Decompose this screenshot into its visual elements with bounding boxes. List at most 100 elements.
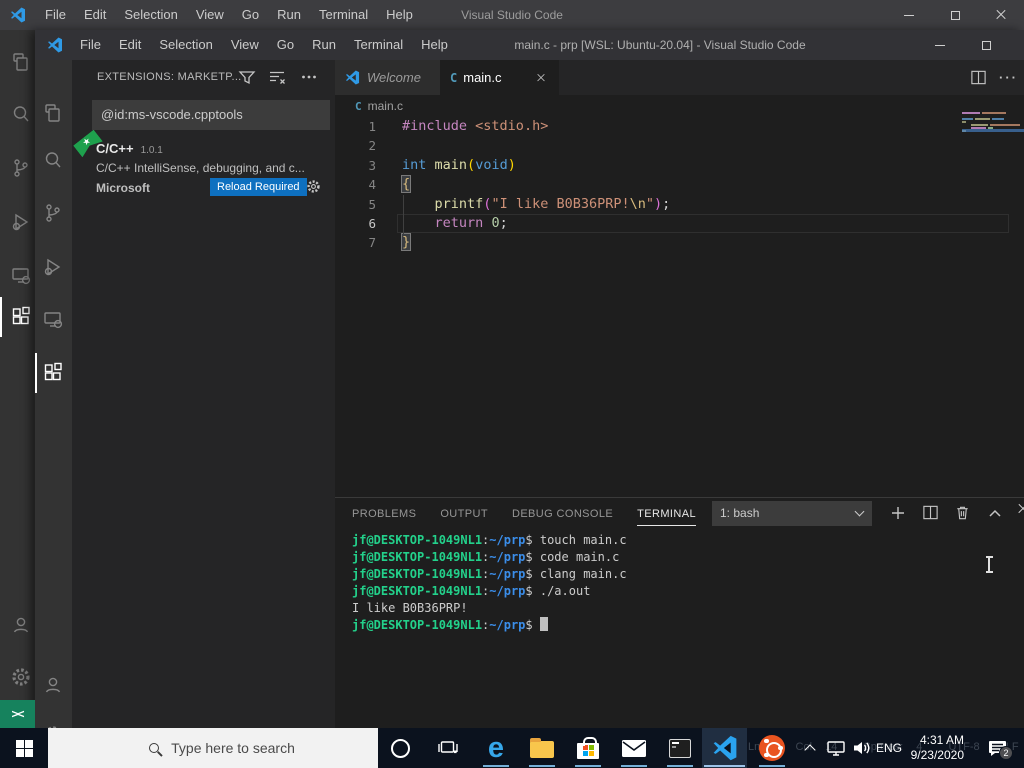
panel-tab-terminal[interactable]: TERMINAL — [637, 501, 696, 526]
panel-tab-debug-console[interactable]: DEBUG CONSOLE — [512, 501, 613, 525]
running-indicator — [704, 765, 745, 767]
menu-edit[interactable]: Edit — [110, 30, 150, 60]
outer-close-button[interactable] — [978, 0, 1024, 30]
outer-minimize-button[interactable] — [886, 0, 932, 30]
outer-maximize-button[interactable] — [932, 0, 978, 30]
split-editor-icon[interactable] — [970, 69, 987, 86]
menu-help[interactable]: Help — [412, 30, 457, 60]
tab-welcome[interactable]: Welcome — [335, 60, 440, 95]
action-center-button[interactable]: 2 — [978, 728, 1018, 768]
remote-wsl-status-badge[interactable]: >< — [0, 700, 35, 728]
panel-tabbar: PROBLEMS OUTPUT DEBUG CONSOLE TERMINAL — [352, 498, 696, 528]
split-terminal-button[interactable] — [922, 504, 940, 522]
kill-terminal-trash-icon[interactable] — [954, 504, 972, 522]
minimize-icon — [904, 15, 914, 16]
extension-gear-icon[interactable] — [305, 178, 322, 195]
menu-view[interactable]: View — [222, 30, 268, 60]
menu-run[interactable]: Run — [303, 30, 345, 60]
terminal-line: jf@DESKTOP-1049NL1:~/prp$ touch main.c — [352, 532, 627, 549]
store-button[interactable] — [566, 728, 610, 768]
minimap-cursor-line — [962, 129, 1024, 132]
account-icon[interactable] — [41, 673, 65, 697]
menu-terminal[interactable]: Terminal — [310, 0, 377, 30]
ubuntu-button[interactable] — [752, 728, 792, 768]
notification-badge: 2 — [999, 746, 1013, 760]
panel-tab-output[interactable]: OUTPUT — [440, 501, 488, 525]
vscode-taskbar-button[interactable] — [702, 728, 747, 768]
outer-menubar: FileEditSelectionViewGoRunTerminalHelp — [36, 0, 422, 30]
search-icon[interactable] — [9, 102, 33, 126]
menu-terminal[interactable]: Terminal — [345, 30, 412, 60]
more-actions-icon[interactable]: ··· — [999, 70, 1018, 85]
maximize-panel-chevron-icon[interactable] — [986, 504, 1004, 522]
line-number: 3 — [335, 156, 376, 175]
run-debug-icon[interactable] — [9, 210, 33, 234]
inner-vscode-window: FileEditSelectionViewGoRunTerminalHelp m… — [35, 30, 1024, 728]
terminal-line: jf@DESKTOP-1049NL1:~/prp$ clang main.c — [352, 566, 627, 583]
menu-go[interactable]: Go — [268, 30, 303, 60]
extensions-search-input[interactable]: @id:ms-vscode.cpptools — [92, 100, 330, 130]
breadcrumb[interactable]: C main.c — [335, 95, 1024, 117]
settings-gear-icon[interactable] — [9, 665, 33, 689]
menu-run[interactable]: Run — [268, 0, 310, 30]
menu-selection[interactable]: Selection — [150, 30, 221, 60]
remote-explorer-icon[interactable] — [41, 308, 65, 332]
search-icon[interactable] — [41, 148, 65, 172]
code-line-1: 1#include <stdio.h> — [335, 117, 1024, 136]
task-view-icon — [437, 739, 459, 757]
menu-edit[interactable]: Edit — [75, 0, 115, 30]
inner-maximize-button[interactable] — [963, 30, 1009, 60]
language-indicator[interactable]: ENG — [872, 728, 906, 768]
reload-required-button[interactable]: Reload Required — [210, 178, 307, 196]
edge-button[interactable]: e — [474, 728, 518, 768]
start-button[interactable] — [0, 728, 48, 768]
tab-main-c[interactable]: C main.c — [440, 60, 559, 95]
tray-expand-button[interactable] — [797, 728, 823, 768]
terminal-line: I like B0B36PRP! — [352, 600, 627, 617]
inner-active-indicator — [35, 353, 37, 393]
account-icon[interactable] — [9, 613, 33, 637]
network-button[interactable] — [822, 728, 850, 768]
file-explorer-icon — [530, 741, 554, 758]
tab-close-button[interactable] — [533, 70, 549, 86]
terminal-cursor — [540, 617, 548, 631]
code-editor[interactable]: 1#include <stdio.h>23int main(void)4{5 p… — [335, 117, 1024, 253]
extensions-icon[interactable] — [9, 305, 33, 329]
running-indicator — [621, 765, 647, 767]
menu-file[interactable]: File — [71, 30, 110, 60]
menu-go[interactable]: Go — [233, 0, 268, 30]
menu-selection[interactable]: Selection — [115, 0, 186, 30]
terminal-app-button[interactable] — [658, 728, 702, 768]
clock[interactable]: 4:31 AM 9/23/2020 — [911, 728, 964, 768]
explorer-icon[interactable] — [41, 101, 65, 125]
close-panel-icon[interactable] — [1018, 504, 1024, 522]
inner-minimize-button[interactable] — [917, 30, 963, 60]
more-actions-icon[interactable] — [300, 68, 318, 86]
source-control-icon[interactable] — [41, 201, 65, 225]
cortana-button[interactable] — [378, 728, 422, 768]
code-line-3: 3int main(void) — [335, 156, 1024, 175]
outer-window-controls — [886, 0, 1024, 30]
clear-filter-icon[interactable] — [268, 68, 286, 86]
extensions-icon[interactable] — [41, 361, 65, 385]
outer-window-titlebar: FileEditSelectionViewGoRunTerminalHelp V… — [0, 0, 1024, 30]
task-view-button[interactable] — [426, 728, 470, 768]
terminal-shell-select[interactable]: 1: bash — [712, 501, 872, 526]
menu-file[interactable]: File — [36, 0, 75, 30]
filter-icon[interactable] — [238, 68, 256, 86]
explorer-icon[interactable] — [9, 50, 33, 74]
menu-help[interactable]: Help — [377, 0, 422, 30]
extension-version: 1.0.1 — [141, 145, 163, 156]
panel-tab-problems[interactable]: PROBLEMS — [352, 501, 416, 525]
chevron-up-icon — [804, 744, 815, 755]
search-icon — [149, 743, 159, 753]
mail-button[interactable] — [612, 728, 656, 768]
taskbar-search-input[interactable]: Type here to search — [48, 728, 378, 768]
source-control-icon[interactable] — [9, 156, 33, 180]
run-debug-icon[interactable] — [41, 255, 65, 279]
terminal-output[interactable]: jf@DESKTOP-1049NL1:~/prp$ touch main.c jf… — [352, 532, 627, 634]
file-explorer-button[interactable] — [520, 728, 564, 768]
menu-view[interactable]: View — [187, 0, 233, 30]
new-terminal-button[interactable] — [889, 504, 907, 522]
remote-explorer-icon[interactable] — [9, 264, 33, 288]
